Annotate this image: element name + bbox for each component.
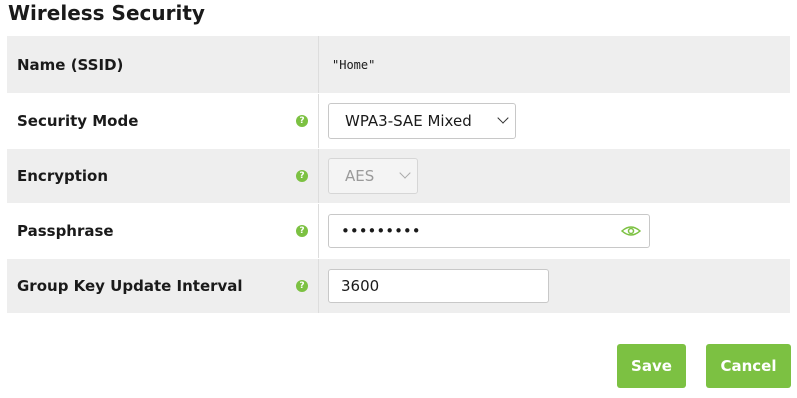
ssid-row: Name (SSID) "Home": [7, 36, 790, 94]
save-button[interactable]: Save: [617, 344, 686, 388]
encryption-label-cell: Encryption ?: [7, 149, 319, 203]
passphrase-row: Passphrase ? •••••••••: [7, 204, 790, 259]
passphrase-input[interactable]: •••••••••: [328, 214, 650, 248]
ssid-label-cell: Name (SSID): [7, 36, 319, 93]
group-key-label-cell: Group Key Update Interval ?: [7, 259, 319, 313]
passphrase-value: •••••••••: [341, 222, 421, 240]
ssid-value-cell: "Home": [319, 58, 790, 72]
security-mode-label-cell: Security Mode ?: [7, 94, 319, 148]
passphrase-value-cell: •••••••••: [319, 214, 790, 248]
help-icon[interactable]: ?: [296, 115, 308, 127]
group-key-value: 3600: [341, 277, 380, 295]
security-mode-selected: WPA3-SAE Mixed: [345, 112, 472, 130]
wireless-security-form: Name (SSID) "Home" Security Mode ? WPA3-…: [7, 36, 790, 314]
passphrase-label: Passphrase: [17, 222, 114, 240]
eye-icon[interactable]: [621, 223, 641, 239]
encryption-row: Encryption ? AES: [7, 149, 790, 204]
security-mode-select[interactable]: WPA3-SAE Mixed: [328, 103, 516, 139]
encryption-label: Encryption: [17, 167, 109, 185]
group-key-value-cell: 3600: [319, 269, 790, 303]
cancel-button[interactable]: Cancel: [706, 344, 791, 388]
group-key-input[interactable]: 3600: [328, 269, 549, 303]
group-key-row: Group Key Update Interval ? 3600: [7, 259, 790, 314]
security-mode-value-cell: WPA3-SAE Mixed: [319, 103, 790, 139]
help-icon[interactable]: ?: [296, 225, 308, 237]
help-icon[interactable]: ?: [296, 280, 308, 292]
ssid-label: Name (SSID): [17, 55, 124, 74]
encryption-selected: AES: [345, 167, 375, 185]
ssid-value: "Home": [332, 57, 376, 72]
help-icon[interactable]: ?: [296, 170, 308, 182]
chevron-down-icon: [497, 112, 509, 124]
security-mode-row: Security Mode ? WPA3-SAE Mixed: [7, 94, 790, 149]
encryption-select: AES: [328, 158, 418, 194]
security-mode-label: Security Mode: [17, 112, 139, 130]
group-key-label: Group Key Update Interval: [17, 277, 243, 295]
encryption-value-cell: AES: [319, 158, 790, 194]
chevron-down-icon: [399, 167, 411, 179]
passphrase-label-cell: Passphrase ?: [7, 204, 319, 258]
page-title: Wireless Security: [8, 1, 205, 25]
